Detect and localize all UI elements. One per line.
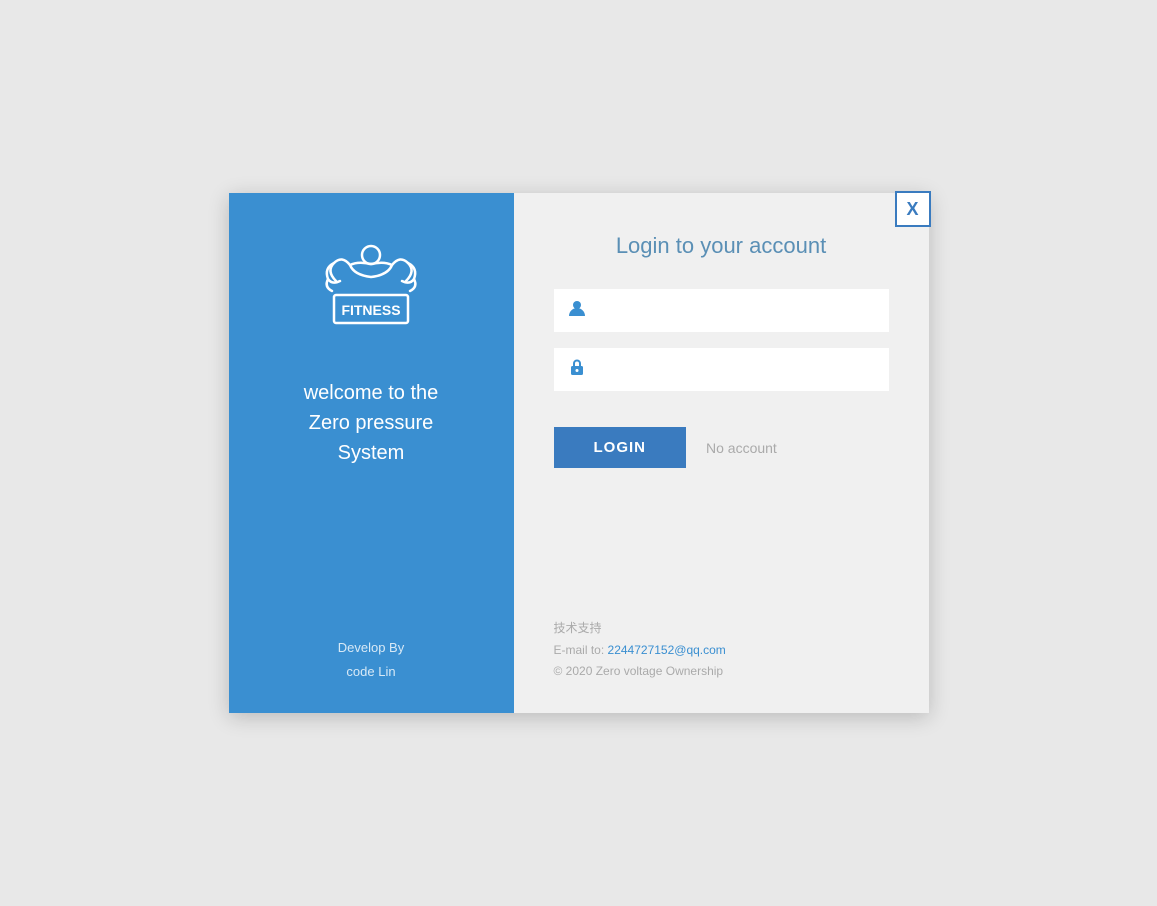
password-input[interactable] bbox=[596, 362, 875, 378]
copyright: © 2020 Zero voltage Ownership bbox=[554, 661, 889, 683]
no-account-text[interactable]: No account bbox=[706, 440, 777, 456]
email-row: E-mail to: 2244727152@qq.com bbox=[554, 640, 889, 662]
close-button[interactable]: X bbox=[895, 191, 931, 227]
login-dialog: X bbox=[229, 193, 929, 713]
welcome-text: welcome to the Zero pressure System bbox=[304, 378, 439, 636]
left-panel: FITNESS welcome to the Zero pressure Sys… bbox=[229, 193, 514, 713]
email-link[interactable]: 2244727152@qq.com bbox=[608, 643, 726, 657]
dev-label: Develop By bbox=[338, 636, 404, 659]
password-input-group bbox=[554, 348, 889, 391]
lock-icon bbox=[568, 358, 586, 381]
username-input[interactable] bbox=[596, 303, 875, 319]
svg-text:FITNESS: FITNESS bbox=[341, 302, 400, 318]
tech-support: 技术支持 bbox=[554, 618, 889, 640]
dev-info: Develop By code Lin bbox=[338, 636, 404, 683]
username-input-group bbox=[554, 289, 889, 332]
login-button[interactable]: LOGIN bbox=[554, 427, 687, 468]
fitness-logo: FITNESS bbox=[306, 233, 436, 348]
right-panel: Login to your account L bbox=[514, 193, 929, 713]
footer-info: 技术支持 E-mail to: 2244727152@qq.com © 2020… bbox=[554, 588, 889, 683]
email-label: E-mail to: bbox=[554, 643, 605, 657]
action-row: LOGIN No account bbox=[554, 427, 889, 468]
dev-name: code Lin bbox=[338, 660, 404, 683]
user-icon bbox=[568, 299, 586, 322]
login-title: Login to your account bbox=[554, 233, 889, 259]
